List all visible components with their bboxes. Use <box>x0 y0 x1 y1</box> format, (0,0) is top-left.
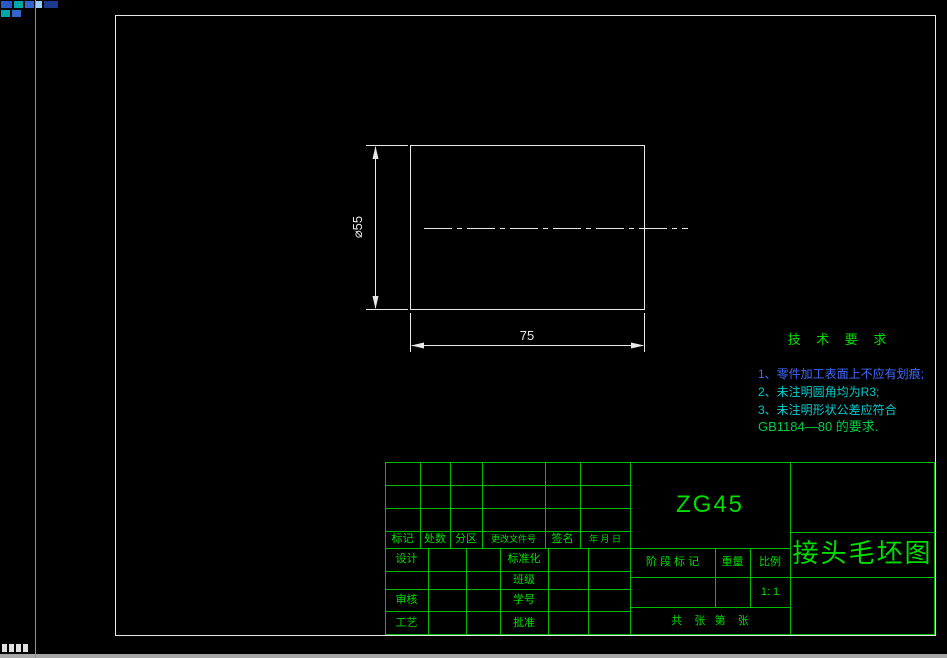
tb-label-process: 工艺 <box>395 616 418 629</box>
tb-label-design: 设计 <box>395 553 418 565</box>
dim-label-diameter: ⌀55 <box>350 216 365 238</box>
tech-requirement-line: GB1184—80 的要求. <box>758 419 879 434</box>
tb-label-change-file: 更改文件号 <box>490 534 536 544</box>
part-rect <box>410 145 645 310</box>
tech-requirement-line: 2、未注明圆角均为R3; <box>758 385 880 399</box>
tb-label-count: 处数 <box>424 533 446 545</box>
arrowhead-right <box>631 342 644 349</box>
tech-requirement-line: 3、未注明形状公差应符合 <box>758 403 897 417</box>
arrowhead-up <box>372 146 379 159</box>
tech-requirements-title: 技 术 要 求 <box>787 332 893 347</box>
tb-weight: 重量 <box>721 556 744 568</box>
dim-label-length: 75 <box>520 328 534 343</box>
tb-label-student-no: 学号 <box>513 593 535 606</box>
tb-label-class: 班级 <box>513 573 535 586</box>
tb-scale: 比例 <box>759 556 781 568</box>
tb-label-approve: 批准 <box>513 616 535 629</box>
cad-canvas[interactable]: ⌀55 75 技 术 要 求 1、零件加工表面上不应有划痕; 2、未注明圆角均为… <box>0 0 947 658</box>
tb-stage-mark: 阶 段 标 记 <box>645 556 700 568</box>
tb-material: ZG45 <box>675 491 745 518</box>
arrowhead-left <box>411 342 424 349</box>
tech-requirement-line: 1、零件加工表面上不应有划痕; <box>758 367 925 381</box>
tb-sheets: 共 张 第 张 <box>671 614 749 627</box>
tb-label-mark: 标记 <box>391 533 414 545</box>
arrowhead-down <box>372 296 379 309</box>
tb-label-standardize: 标准化 <box>507 553 541 565</box>
title-block: 标记 处数 分区 更改文件号 签名 年 月 日 设计 标准化 班级 审核 学号 … <box>385 462 935 635</box>
tb-label-audit: 审核 <box>395 593 418 606</box>
tb-scale-value: 1: 1 <box>760 585 780 598</box>
tb-drawing-name: 接头毛坯图 <box>792 537 933 568</box>
tb-label-date: 年 月 日 <box>588 534 621 544</box>
tb-label-zone: 分区 <box>455 533 477 545</box>
tb-label-sign: 签名 <box>551 533 574 545</box>
